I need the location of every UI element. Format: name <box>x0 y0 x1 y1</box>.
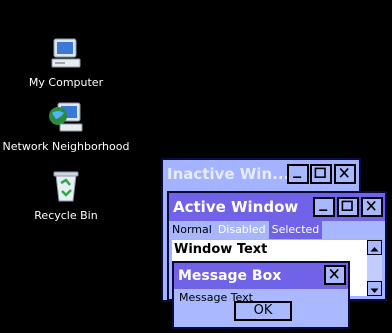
menu-bar: Normal Disabled Selected <box>169 221 385 239</box>
scroll-down-button[interactable] <box>367 281 382 296</box>
message-box[interactable]: Message Box Message Text OK <box>172 261 350 329</box>
maximize-icon <box>341 200 353 211</box>
minimize-icon <box>293 176 302 178</box>
close-icon <box>339 167 349 178</box>
inactive-close-button[interactable] <box>334 164 356 184</box>
ok-button[interactable]: OK <box>234 301 292 321</box>
vertical-scrollbar[interactable] <box>367 240 382 296</box>
desktop-icon-label: Network Neighborhood <box>2 140 130 153</box>
message-box-close-button[interactable] <box>324 265 346 285</box>
desktop-icon-my-computer[interactable]: My Computer <box>1 36 131 89</box>
desktop-icon-recycle-bin[interactable]: Recycle Bin <box>1 169 131 222</box>
arrow-up-icon <box>370 247 379 252</box>
active-close-button[interactable] <box>361 197 383 217</box>
desktop-icon-label: Recycle Bin <box>34 209 98 222</box>
desktop-icon-label: My Computer <box>28 76 104 89</box>
network-neighborhood-icon <box>48 100 84 136</box>
active-minimize-button[interactable] <box>313 197 335 217</box>
arrow-down-icon <box>370 288 379 293</box>
inactive-minimize-button[interactable] <box>287 164 309 184</box>
scroll-up-button[interactable] <box>367 240 382 255</box>
minimize-icon <box>319 209 328 211</box>
maximize-icon <box>314 167 326 178</box>
menu-item-selected[interactable]: Selected <box>268 221 323 239</box>
close-icon <box>366 200 376 211</box>
my-computer-icon <box>48 36 84 72</box>
active-maximize-button[interactable] <box>337 197 359 217</box>
menu-item-disabled: Disabled <box>217 223 266 236</box>
window-text: Window Text <box>174 242 268 257</box>
desktop-icon-network-neighborhood[interactable]: Network Neighborhood <box>1 100 131 153</box>
message-box-title: Message Box <box>174 263 348 289</box>
close-icon <box>329 268 339 279</box>
menu-item-normal[interactable]: Normal <box>169 221 215 239</box>
recycle-bin-icon <box>48 169 84 205</box>
inactive-maximize-button[interactable] <box>310 164 332 184</box>
